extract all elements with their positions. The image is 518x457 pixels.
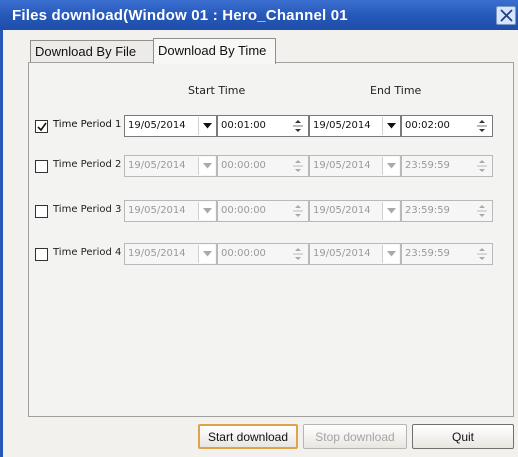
stop-download-button[interactable]: Stop download [303, 424, 407, 449]
time-period-checkbox[interactable] [35, 248, 48, 261]
end-date-value: 19/05/2014 [313, 205, 371, 216]
start-time-value: 00:00:00 [221, 248, 266, 259]
close-button[interactable] [496, 6, 516, 25]
title-bar: Files download(Window 01 : Hero_Channel … [0, 0, 518, 30]
end-time-spinner[interactable] [476, 117, 488, 135]
start-date-picker[interactable]: 19/05/2014 [124, 200, 217, 222]
window-border [0, 30, 3, 457]
start-time-input[interactable]: 00:00:00 [217, 155, 309, 177]
end-date-dropdown[interactable] [382, 202, 399, 220]
spinner-arrows-icon [477, 248, 487, 260]
end-date-picker[interactable]: 19/05/2014 [309, 115, 401, 137]
chevron-down-icon [203, 251, 212, 257]
end-date-value: 19/05/2014 [313, 248, 371, 259]
start-time-spinner[interactable] [292, 117, 304, 135]
end-time-value: 23:59:59 [405, 248, 450, 259]
end-date-value: 19/05/2014 [313, 160, 371, 171]
spinner-arrows-icon [293, 160, 303, 172]
start-time-input[interactable]: 00:01:00 [217, 115, 309, 137]
end-time-spinner[interactable] [476, 245, 488, 263]
start-date-picker[interactable]: 19/05/2014 [124, 155, 217, 177]
end-date-picker[interactable]: 19/05/2014 [309, 155, 401, 177]
tab-download-by-file[interactable]: Download By File [30, 40, 153, 63]
spinner-arrows-icon [477, 160, 487, 172]
time-period-checkbox[interactable] [35, 120, 48, 133]
start-date-value: 19/05/2014 [128, 120, 186, 131]
end-date-dropdown[interactable] [382, 245, 399, 263]
end-time-header: End Time [370, 84, 422, 97]
time-period-checkbox[interactable] [35, 205, 48, 218]
end-time-input[interactable]: 23:59:59 [401, 200, 493, 222]
spinner-arrows-icon [477, 205, 487, 217]
checkmark-icon [37, 122, 47, 132]
end-time-value: 00:02:00 [405, 120, 450, 131]
chevron-down-icon [203, 163, 212, 169]
chevron-down-icon [203, 123, 212, 129]
spinner-arrows-icon [293, 120, 303, 132]
start-date-value: 19/05/2014 [128, 205, 186, 216]
start-time-spinner[interactable] [292, 157, 304, 175]
start-time-header: Start Time [188, 84, 246, 97]
start-date-dropdown[interactable] [198, 202, 215, 220]
time-period-row: Time Period 1 19/05/2014 00:01:00 19/05/… [35, 115, 505, 137]
start-date-picker[interactable]: 19/05/2014 [124, 115, 217, 137]
window-title: Files download(Window 01 : Hero_Channel … [12, 7, 348, 24]
start-time-input[interactable]: 00:00:00 [217, 243, 309, 265]
time-period-checkbox[interactable] [35, 160, 48, 173]
end-time-spinner[interactable] [476, 157, 488, 175]
end-date-picker[interactable]: 19/05/2014 [309, 200, 401, 222]
spinner-arrows-icon [293, 248, 303, 260]
end-time-spinner[interactable] [476, 202, 488, 220]
end-date-value: 19/05/2014 [313, 120, 371, 131]
start-date-value: 19/05/2014 [128, 248, 186, 259]
start-date-dropdown[interactable] [198, 117, 215, 135]
time-period-label: Time Period 2 [53, 159, 122, 170]
spinner-arrows-icon [293, 205, 303, 217]
start-date-value: 19/05/2014 [128, 160, 186, 171]
time-period-row: Time Period 2 19/05/2014 00:00:00 19/05/… [35, 155, 505, 177]
quit-button[interactable]: Quit [412, 424, 514, 449]
start-time-value: 00:00:00 [221, 160, 266, 171]
time-period-row: Time Period 3 19/05/2014 00:00:00 19/05/… [35, 200, 505, 222]
start-download-button[interactable]: Start download [198, 424, 298, 449]
start-time-spinner[interactable] [292, 202, 304, 220]
end-time-input[interactable]: 00:02:00 [401, 115, 493, 137]
chevron-down-icon [387, 123, 396, 129]
start-date-dropdown[interactable] [198, 157, 215, 175]
start-time-value: 00:01:00 [221, 120, 266, 131]
spinner-arrows-icon [477, 120, 487, 132]
end-time-value: 23:59:59 [405, 205, 450, 216]
end-date-dropdown[interactable] [382, 157, 399, 175]
close-icon [500, 9, 513, 22]
time-period-label: Time Period 3 [53, 204, 122, 215]
start-date-dropdown[interactable] [198, 245, 215, 263]
chevron-down-icon [387, 251, 396, 257]
start-date-picker[interactable]: 19/05/2014 [124, 243, 217, 265]
time-period-label: Time Period 1 [53, 119, 122, 130]
start-time-spinner[interactable] [292, 245, 304, 263]
start-time-value: 00:00:00 [221, 205, 266, 216]
end-date-picker[interactable]: 19/05/2014 [309, 243, 401, 265]
end-date-dropdown[interactable] [382, 117, 399, 135]
chevron-down-icon [387, 163, 396, 169]
start-time-input[interactable]: 00:00:00 [217, 200, 309, 222]
time-period-row: Time Period 4 19/05/2014 00:00:00 19/05/… [35, 243, 505, 265]
chevron-down-icon [387, 208, 396, 214]
time-period-label: Time Period 4 [53, 247, 122, 258]
end-time-value: 23:59:59 [405, 160, 450, 171]
chevron-down-icon [203, 208, 212, 214]
end-time-input[interactable]: 23:59:59 [401, 155, 493, 177]
end-time-input[interactable]: 23:59:59 [401, 243, 493, 265]
tab-download-by-time[interactable]: Download By Time [153, 38, 276, 64]
